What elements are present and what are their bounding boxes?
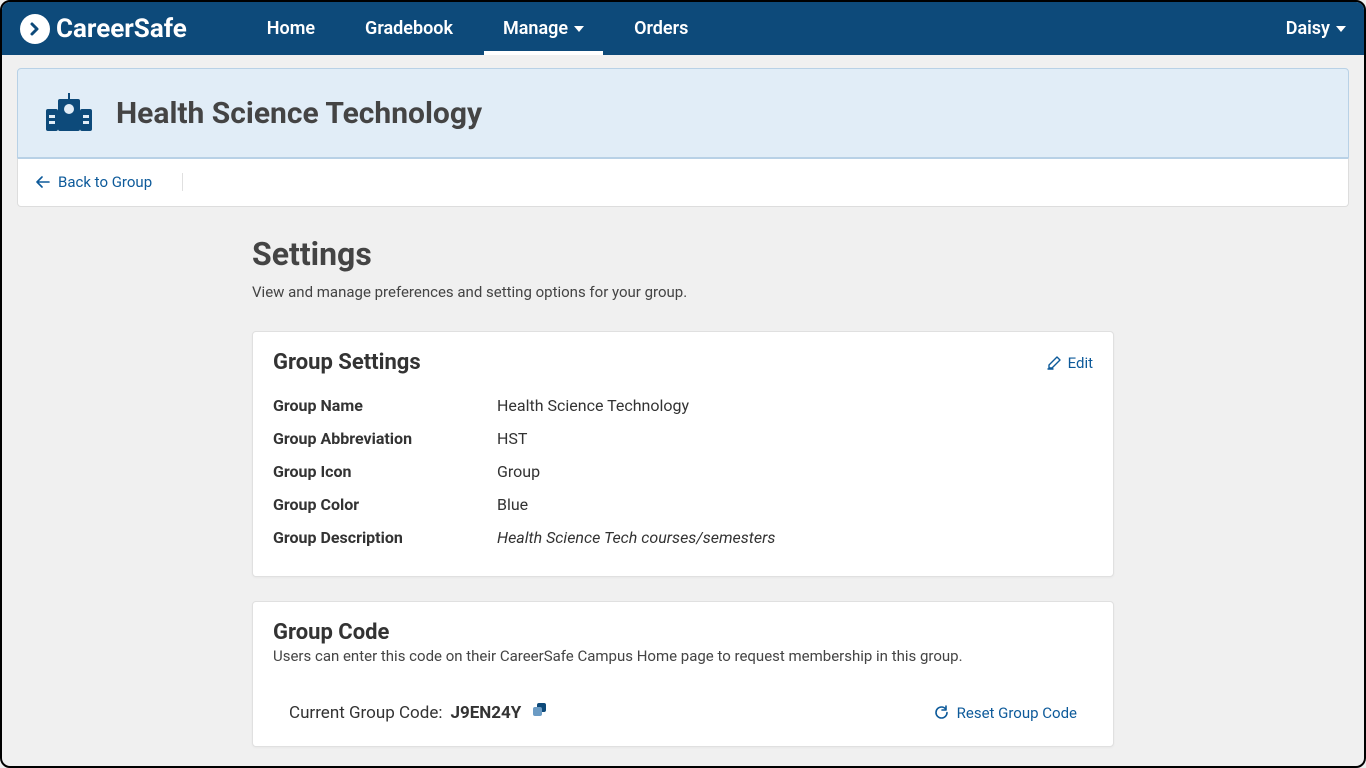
page-title: Settings	[252, 235, 1114, 273]
brand-logo[interactable]: CareerSafe	[20, 14, 187, 44]
group-desc-row: Group Description Health Science Tech co…	[273, 521, 1093, 554]
group-abbr-label: Group Abbreviation	[273, 429, 497, 448]
group-desc-label: Group Description	[273, 528, 497, 547]
group-name-label: Group Name	[273, 396, 497, 415]
group-abbr-value: HST	[497, 429, 527, 448]
nav-home[interactable]: Home	[242, 2, 340, 55]
nav-manage[interactable]: Manage	[478, 2, 609, 55]
group-settings-card: Group Settings Edit Group Name Health Sc…	[252, 331, 1114, 577]
group-code-title: Group Code	[273, 620, 1093, 645]
group-icon-row: Group Icon Group	[273, 455, 1093, 488]
current-code-container: Current Group Code: J9EN24Y	[289, 701, 549, 724]
caret-down-icon	[574, 26, 584, 32]
logo-chevron-icon	[20, 14, 50, 44]
group-abbr-row: Group Abbreviation HST	[273, 422, 1093, 455]
refresh-icon	[934, 705, 949, 720]
nav-gradebook[interactable]: Gradebook	[340, 2, 478, 55]
banner-title: Health Science Technology	[116, 96, 482, 131]
school-icon	[46, 91, 92, 135]
group-code-subtext: Users can enter this code on their Caree…	[273, 647, 1093, 665]
copy-code-button[interactable]	[531, 701, 549, 724]
group-name-row: Group Name Health Science Technology	[273, 389, 1093, 422]
group-name-value: Health Science Technology	[497, 396, 689, 415]
group-desc-value: Health Science Tech courses/semesters	[497, 528, 775, 547]
group-settings-title: Group Settings	[273, 350, 421, 375]
sub-toolbar: Back to Group	[17, 158, 1349, 207]
nav-orders[interactable]: Orders	[609, 2, 713, 55]
content-area: Settings View and manage preferences and…	[252, 235, 1114, 747]
reset-code-button[interactable]: Reset Group Code	[934, 704, 1077, 722]
caret-down-icon	[1336, 26, 1346, 32]
page-subtitle: View and manage preferences and setting …	[252, 283, 1114, 301]
group-icon-label: Group Icon	[273, 462, 497, 481]
arrow-left-icon	[36, 176, 50, 188]
page-body: Health Science Technology Back to Group …	[2, 55, 1364, 747]
top-nav: CareerSafe Home Gradebook Manage Orders …	[2, 2, 1364, 55]
user-menu[interactable]: Daisy	[1286, 18, 1346, 39]
back-to-group-link[interactable]: Back to Group	[36, 173, 183, 191]
group-color-label: Group Color	[273, 495, 497, 514]
group-banner: Health Science Technology	[17, 68, 1349, 158]
edit-button[interactable]: Edit	[1046, 354, 1093, 372]
edit-icon	[1046, 355, 1062, 371]
group-code-card: Group Code Users can enter this code on …	[252, 601, 1114, 747]
brand-name: CareerSafe	[56, 14, 187, 44]
group-icon-value: Group	[497, 462, 540, 481]
group-color-value: Blue	[497, 495, 528, 514]
group-color-row: Group Color Blue	[273, 488, 1093, 521]
current-code-label: Current Group Code:	[289, 703, 442, 723]
copy-icon	[531, 701, 549, 719]
current-code-value: J9EN24Y	[450, 703, 521, 723]
nav-items: Home Gradebook Manage Orders	[242, 2, 714, 55]
